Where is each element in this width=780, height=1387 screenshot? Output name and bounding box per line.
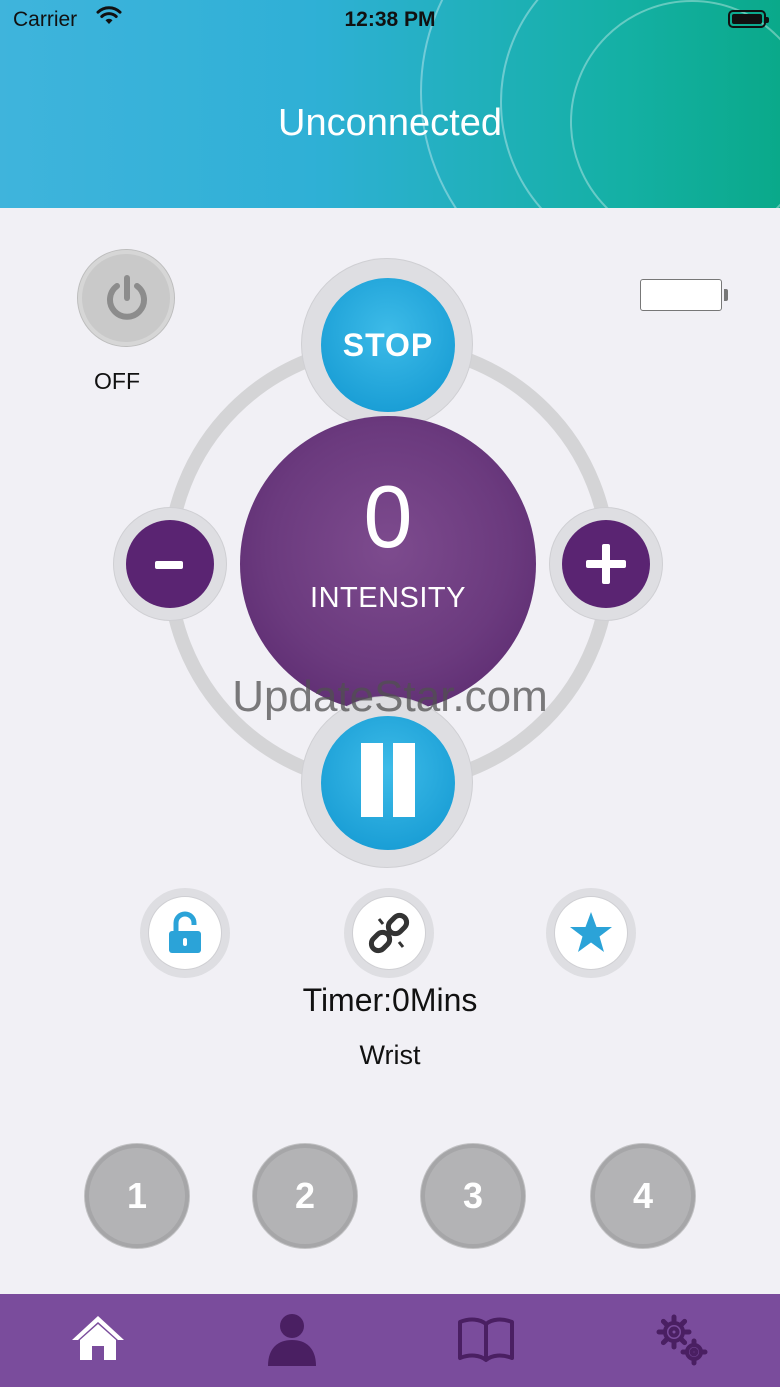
power-state-label: OFF xyxy=(94,368,140,394)
preset-button-1[interactable]: 1 xyxy=(85,1144,189,1248)
preset-button-3[interactable]: 3 xyxy=(421,1144,525,1248)
clock: 12:38 PM xyxy=(344,8,436,31)
intensity-value: 0 xyxy=(363,467,413,566)
decrease-intensity-button[interactable] xyxy=(126,520,214,608)
power-icon xyxy=(107,275,147,320)
timer-label: Timer:0Mins xyxy=(302,982,478,1018)
settings-icon xyxy=(656,1314,708,1366)
tab-guide[interactable] xyxy=(456,1308,516,1368)
stop-button[interactable]: STOP xyxy=(321,278,455,412)
plus-icon-vertical xyxy=(602,544,610,584)
battery-icon xyxy=(728,10,769,28)
preset-button-4[interactable]: 4 xyxy=(591,1144,695,1248)
intensity-display: 0 INTENSITY xyxy=(240,416,536,712)
watermark: UpdateStar.com xyxy=(232,672,548,721)
user-icon xyxy=(268,1314,316,1366)
preset-button-2[interactable]: 2 xyxy=(253,1144,357,1248)
lock-button[interactable] xyxy=(149,897,221,969)
minus-icon xyxy=(155,561,183,569)
tab-profile[interactable] xyxy=(262,1308,322,1368)
tab-bar xyxy=(0,1294,780,1387)
book-icon xyxy=(458,1317,514,1362)
pause-icon xyxy=(361,743,383,817)
device-battery-icon xyxy=(640,279,728,311)
status-bar: Carrier 12:38 PM xyxy=(0,0,780,40)
body-location-label: Wrist xyxy=(359,1040,421,1070)
page-title: Unconnected xyxy=(278,102,502,144)
link-button[interactable] xyxy=(353,897,425,969)
unlink-icon xyxy=(368,912,410,954)
header: Carrier 12:38 PM Unconnected xyxy=(0,0,780,208)
pause-icon-bar xyxy=(393,743,415,817)
tab-settings[interactable] xyxy=(652,1308,712,1368)
home-icon xyxy=(72,1316,124,1360)
intensity-label: INTENSITY xyxy=(310,582,466,614)
star-icon xyxy=(570,912,612,952)
tab-home[interactable] xyxy=(68,1308,128,1368)
unlock-icon xyxy=(169,911,201,953)
favorite-button[interactable] xyxy=(555,897,627,969)
increase-intensity-button[interactable] xyxy=(562,520,650,608)
pause-button[interactable] xyxy=(321,716,455,850)
power-button[interactable] xyxy=(78,250,174,346)
